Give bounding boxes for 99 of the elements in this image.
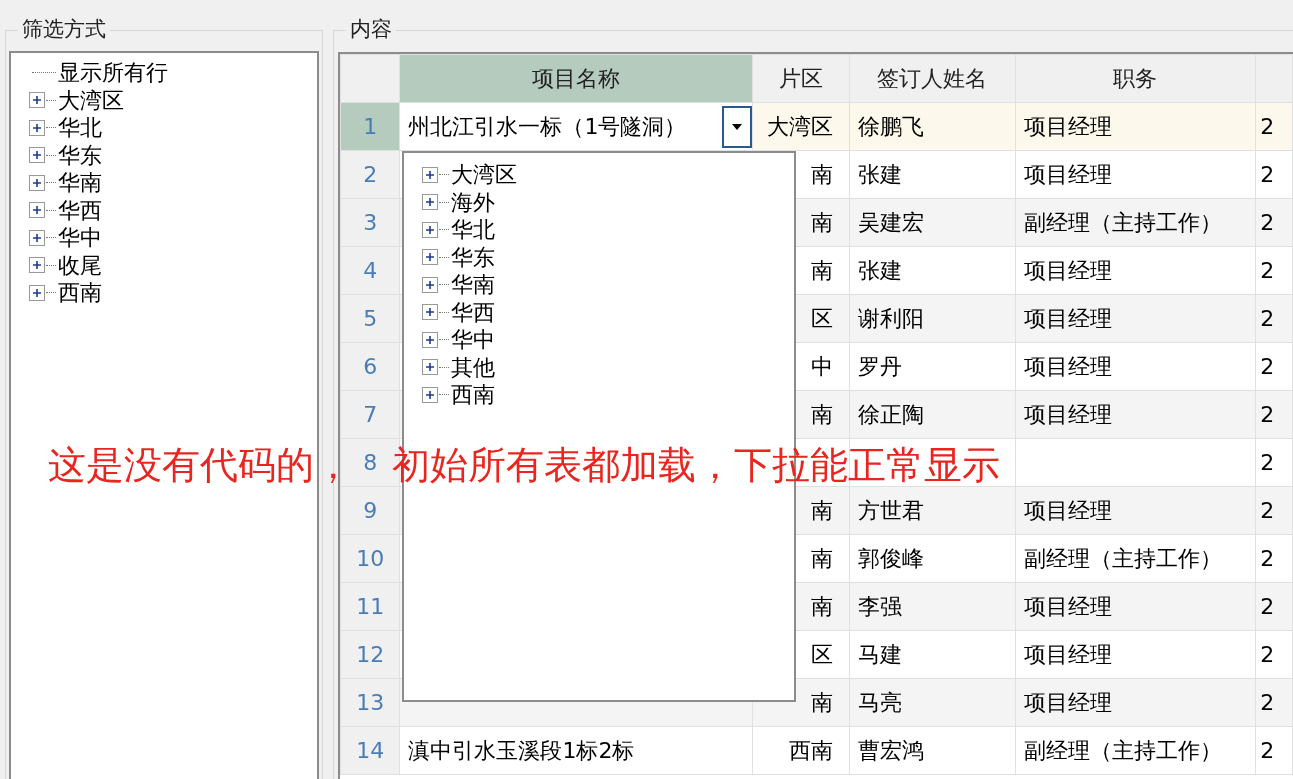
table-cell: 项目经理 [1015, 630, 1256, 679]
dropdown-button[interactable] [721, 105, 752, 148]
annotation-text: ， [314, 443, 337, 487]
table-cell: 张建 [849, 246, 1016, 295]
row-number[interactable]: 10 [340, 534, 400, 583]
row-number[interactable]: 7 [340, 390, 400, 439]
expand-icon[interactable] [29, 147, 45, 164]
expand-icon[interactable] [422, 249, 438, 266]
tree-item[interactable]: 华中 [58, 224, 102, 252]
column-header[interactable]: 项目名称 [399, 54, 753, 103]
table-cell: 项目经理 [1015, 246, 1256, 295]
table-cell: 2 [1255, 342, 1293, 391]
expand-icon[interactable] [422, 386, 438, 403]
tree-item[interactable]: 海外 [451, 188, 495, 216]
table-cell: 马亮 [849, 678, 1016, 727]
table-cell: 项目经理 [1015, 102, 1256, 151]
tree-item[interactable]: 西南 [58, 279, 102, 307]
table-cell: 2 [1255, 390, 1293, 439]
expand-icon[interactable] [29, 119, 45, 136]
table-cell: 2 [1255, 198, 1293, 247]
tree-item[interactable]: 华西 [58, 196, 102, 224]
expand-icon[interactable] [422, 194, 438, 211]
table-cell: 大湾区 [752, 102, 850, 151]
table-cell: 徐鹏飞 [849, 102, 1016, 151]
combo-box[interactable]: 州北江引水一标（1号隧洞） [400, 103, 752, 150]
table-cell: 项目经理 [1015, 342, 1256, 391]
expand-icon[interactable] [422, 221, 438, 238]
table-cell: 2 [1255, 486, 1293, 535]
table-cell: 滇中引水玉溪段1标2标 [399, 726, 753, 775]
table-cell: 方世君 [849, 486, 1016, 535]
expand-icon[interactable] [422, 304, 438, 321]
row-number[interactable]: 5 [340, 294, 400, 343]
row-number[interactable]: 9 [340, 486, 400, 535]
expand-icon[interactable] [422, 359, 438, 376]
expand-icon[interactable] [29, 202, 45, 219]
tree-item[interactable]: 显示所有行 [58, 59, 168, 87]
table-cell: 项目经理 [1015, 294, 1256, 343]
table-cell: 徐正陶 [849, 390, 1016, 439]
table-cell: 项目经理 [1015, 390, 1256, 439]
table-cell: 2 [1255, 582, 1293, 631]
tree-item[interactable]: 其他 [451, 353, 495, 381]
table-cell: 李强 [849, 582, 1016, 631]
table-cell: 吴建宏 [849, 198, 1016, 247]
tree-item[interactable]: 华东 [451, 243, 495, 271]
table-cell: 2 [1255, 630, 1293, 679]
expand-icon[interactable] [29, 174, 45, 191]
tree-item[interactable]: 华中 [451, 326, 495, 354]
table-cell: 马建 [849, 630, 1016, 679]
expand-icon[interactable] [422, 331, 438, 348]
table-cell: 2 [1255, 678, 1293, 727]
expand-icon[interactable] [422, 276, 438, 293]
expand-icon[interactable] [422, 166, 438, 183]
table-cell: 2 [1255, 246, 1293, 295]
table-cell: 副经理（主持工作） [1015, 726, 1256, 775]
tree-item[interactable]: 收尾 [58, 251, 102, 279]
tree-item[interactable]: 大湾区 [451, 161, 517, 189]
table-cell: 项目经理 [1015, 486, 1256, 535]
column-header[interactable]: 签订人姓名 [849, 54, 1016, 103]
tree-item[interactable]: 华西 [451, 298, 495, 326]
table-cell: 副经理（主持工作） [1015, 534, 1256, 583]
table-cell: 2 [1255, 438, 1293, 487]
expand-icon[interactable] [29, 284, 45, 301]
table-cell: 西南 [752, 726, 850, 775]
expand-icon[interactable] [29, 92, 45, 109]
tree-item[interactable]: 西南 [451, 381, 495, 409]
table-cell: 2 [1255, 150, 1293, 199]
column-header[interactable]: 片区 [752, 54, 850, 103]
row-number[interactable]: 2 [340, 150, 400, 199]
table-cell: 副经理（主持工作） [1015, 198, 1256, 247]
expand-icon[interactable] [29, 257, 45, 274]
table-cell: 2 [1255, 102, 1293, 151]
tree-item[interactable]: 大湾区 [58, 86, 124, 114]
table-cell: 郭俊峰 [849, 534, 1016, 583]
table-cell: 张建 [849, 150, 1016, 199]
row-number[interactable]: 11 [340, 582, 400, 631]
annotation-text: 这是没有代码的 [48, 443, 314, 487]
tree-item[interactable]: 华南 [58, 169, 102, 197]
expand-icon[interactable] [29, 229, 45, 246]
table-cell: 谢利阳 [849, 294, 1016, 343]
table-cell: 2 [1255, 294, 1293, 343]
table-cell: 项目经理 [1015, 150, 1256, 199]
column-header[interactable]: 职务 [1015, 54, 1256, 103]
row-number[interactable]: 13 [340, 678, 400, 727]
table-cell: 曹宏鸿 [849, 726, 1016, 775]
table-cell: 2 [1255, 534, 1293, 583]
tree-item[interactable]: 华东 [58, 141, 102, 169]
tree-item[interactable]: 华北 [451, 216, 495, 244]
caret-icon [730, 122, 743, 131]
row-number[interactable]: 3 [340, 198, 400, 247]
table-cell: 罗丹 [849, 342, 1016, 391]
row-number[interactable]: 4 [340, 246, 400, 295]
table-cell: 项目经理 [1015, 678, 1256, 727]
row-number[interactable]: 14 [340, 726, 400, 775]
tree-item[interactable]: 华南 [451, 271, 495, 299]
tree-item[interactable]: 华北 [58, 114, 102, 142]
row-number[interactable]: 6 [340, 342, 400, 391]
table-cell: 2 [1255, 726, 1293, 775]
row-number[interactable]: 12 [340, 630, 400, 679]
table-cell: 项目经理 [1015, 582, 1256, 631]
